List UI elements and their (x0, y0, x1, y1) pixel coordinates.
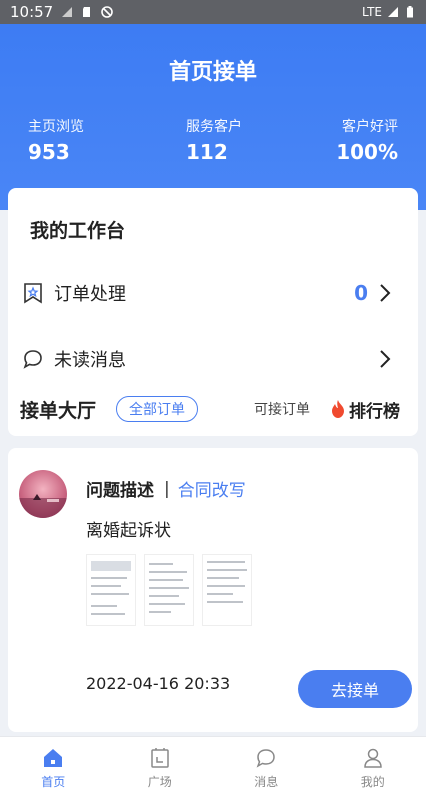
ranking-label: 排行榜 (349, 401, 400, 422)
bookmark-star-icon (24, 283, 42, 304)
stat-customers-served: 服务客户 112 (186, 116, 242, 164)
avatar-image (19, 494, 67, 518)
accept-order-button[interactable]: 去接单 (298, 670, 412, 708)
flame-icon (332, 400, 344, 418)
tab-profile[interactable]: 我的 (320, 737, 426, 800)
tab-label: 我的 (360, 775, 385, 789)
home-icon (44, 749, 63, 767)
status-time: 10:57 (10, 3, 54, 21)
stat-label: 客户好评 (342, 119, 398, 135)
order-processing-label: 订单处理 (54, 284, 126, 305)
tab-label: 广场 (147, 775, 172, 789)
tab-messages[interactable]: 消息 (213, 737, 320, 800)
stat-positive-rating: 客户好评 100% (336, 116, 398, 164)
avatar (19, 470, 67, 518)
unread-messages-row[interactable]: 未读消息 (22, 344, 392, 374)
bottom-tab-bar: 首页 广场 消息 我的 (0, 736, 426, 800)
tab-available-orders[interactable]: 可接订单 (254, 399, 310, 419)
attachment-thumbnail[interactable] (144, 554, 194, 626)
order-description: 离婚起诉状 (86, 521, 171, 541)
heading-separator: | (164, 478, 170, 499)
tab-label: 消息 (254, 775, 279, 789)
tab-all-orders[interactable]: 全部订单 (116, 396, 199, 422)
header: 首页接单 主页浏览 953 服务客户 112 客户好评 100% (0, 24, 426, 210)
stat-value: 953 (28, 140, 70, 164)
tab-home[interactable]: 首页 (0, 737, 107, 800)
order-heading: 问题描述 | 合同改写 (86, 476, 246, 502)
attachment-thumbnail[interactable] (86, 554, 136, 626)
ranking-link[interactable]: 排行榜 (330, 397, 400, 422)
page-title: 首页接单 (168, 60, 257, 85)
order-processing-row[interactable]: 订单处理 0 (22, 278, 392, 308)
network-type: LTE (362, 5, 382, 19)
attachment-thumbnails (86, 554, 252, 626)
message-icon (256, 749, 276, 768)
problem-description-label: 问题描述 (86, 481, 154, 501)
cell-signal-icon (388, 7, 398, 17)
square-icon (151, 748, 169, 768)
stat-page-views: 主页浏览 953 (28, 116, 84, 164)
workbench-title: 我的工作台 (30, 220, 126, 242)
sd-card-icon (83, 7, 91, 17)
battery-icon (407, 6, 413, 18)
order-count: 0 (354, 281, 368, 305)
stat-value: 100% (336, 140, 398, 164)
stat-label: 服务客户 (186, 119, 242, 135)
status-bar: 10:57 LTE (0, 0, 426, 24)
profile-icon (363, 748, 382, 768)
signal-off-icon (62, 7, 73, 17)
chevron-right-icon (380, 284, 391, 302)
order-hall-bar: 接单大厅 全部订单 可接订单 排行榜 (20, 392, 400, 426)
order-hall-title: 接单大厅 (20, 399, 97, 422)
order-card[interactable]: 问题描述 | 合同改写 离婚起诉状 2022-04-16 20:33 去接单 (8, 448, 418, 732)
tab-square[interactable]: 广场 (107, 737, 214, 800)
blocked-icon (101, 6, 114, 18)
chat-bubble-icon (23, 350, 42, 369)
order-type: 合同改写 (177, 481, 246, 501)
tab-label: 首页 (41, 775, 66, 789)
chevron-right-icon (380, 350, 391, 368)
stat-value: 112 (186, 140, 228, 164)
attachment-thumbnail[interactable] (202, 554, 252, 626)
order-timestamp: 2022-04-16 20:33 (86, 674, 231, 693)
stat-label: 主页浏览 (28, 119, 84, 135)
unread-messages-label: 未读消息 (54, 350, 126, 371)
